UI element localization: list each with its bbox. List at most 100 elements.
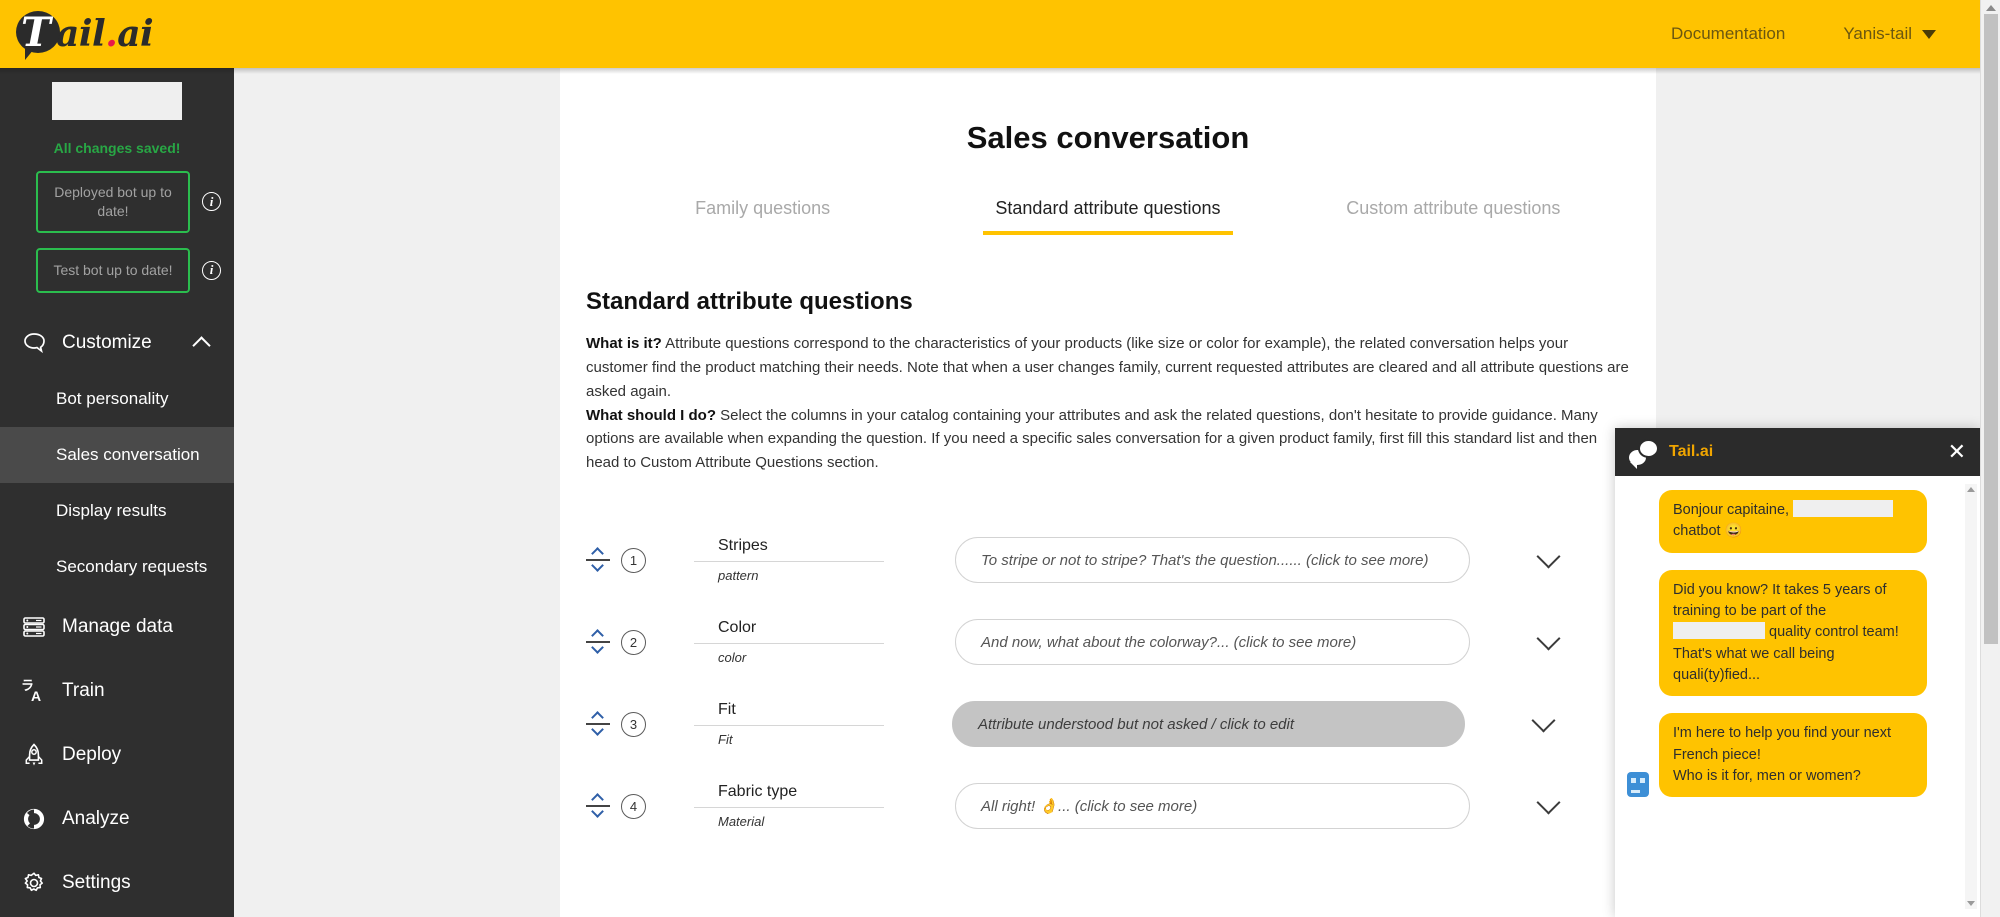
attribute-label-group: Stripes pattern [694,537,884,583]
logo-suffix: ai [117,13,153,55]
top-nav-right: Documentation Yanis-tail [1671,24,1936,44]
scroll-up-arrow-icon[interactable] [1986,5,1996,11]
tab-label: Standard attribute questions [995,198,1220,218]
sidebar-item-manage-data[interactable]: Manage data [0,595,234,659]
tab-standard-attribute-questions[interactable]: Standard attribute questions [935,198,1280,235]
chat-bubble-icon [1629,439,1659,465]
attribute-label-group: Color color [694,619,884,665]
chevron-up-icon [192,336,210,354]
chevron-down-icon[interactable] [1536,627,1560,651]
scroll-down-arrow-icon[interactable] [1967,901,1975,906]
sidebar-item-label: Settings [62,872,131,894]
deployed-bot-status-button[interactable]: Deployed bot up to date! [36,171,190,233]
sidebar-item-label: Sales conversation [56,445,200,465]
paragraph-lead: What should I do? [586,407,716,424]
attribute-name[interactable]: Stripes [694,537,884,562]
attribute-row: 4 Fabric type Material All right! 👌... (… [560,765,1656,847]
info-icon-test[interactable]: i [202,261,221,280]
row-number-badge: 4 [621,794,646,819]
sidebar-item-label: Train [62,680,105,702]
logo-letter-t: T [21,10,51,56]
info-icon-deployed[interactable]: i [202,192,221,211]
scroll-up-arrow-icon[interactable] [1967,487,1975,492]
catalog-column-name: pattern [694,562,884,583]
chat-message-text-before: Bonjour capitaine, [1673,502,1789,518]
row-number-badge: 1 [621,548,646,573]
chevron-down-icon[interactable] [1536,791,1560,815]
close-icon[interactable]: ✕ [1948,441,1966,463]
sidebar-item-settings[interactable]: Settings [0,851,234,915]
page-scrollbar[interactable] [1980,0,2000,917]
chevron-down-icon[interactable] [1531,709,1555,733]
drag-handle-icon[interactable] [586,627,610,657]
sidebar-item-display-results[interactable]: Display results [0,483,234,539]
sidebar-item-label: Analyze [62,808,130,830]
attribute-questions-list: 1 Stripes pattern To stripe or not to st… [560,519,1656,847]
attribute-row: 2 Color color And now, what about the co… [560,601,1656,683]
sidebar-item-label: Secondary requests [56,557,207,577]
chat-message-list: Bonjour capitaine, chatbot 😀 Did you kno… [1615,476,1980,917]
sidebar-item-train[interactable]: ラ A Train [0,659,234,723]
sidebar-item-label: Manage data [62,616,173,638]
question-input[interactable]: And now, what about the colorway?... (cl… [955,619,1470,665]
logo-word: ail [56,13,105,55]
documentation-link[interactable]: Documentation [1671,24,1785,44]
sidebar-item-deploy[interactable]: Deploy [0,723,234,787]
tab-bar: Family questions Standard attribute ques… [560,198,1656,235]
drag-handle-icon[interactable] [586,709,610,739]
redacted-text-block [1673,622,1765,639]
attribute-name[interactable]: Fit [694,701,884,726]
chevron-down-icon[interactable] [1536,545,1560,569]
chat-message-text-after: chatbot 😀 [1673,523,1743,539]
row-number-badge: 3 [621,712,646,737]
section-title: Standard attribute questions [586,288,1656,316]
user-menu[interactable]: Yanis-tail [1843,24,1936,44]
attribute-label-group: Fabric type Material [694,783,884,829]
tail-logo-icon: T [16,11,62,57]
attribute-name[interactable]: Fabric type [694,783,884,808]
chat-message: Did you know? It takes 5 years of traini… [1627,570,1968,697]
attribute-row: 1 Stripes pattern To stripe or not to st… [560,519,1656,601]
drag-handle-icon[interactable] [586,791,610,821]
sidebar: All changes saved! Deployed bot up to da… [0,68,234,917]
drag-handle-icon[interactable] [586,545,610,575]
question-input[interactable]: All right! 👌... (click to see more) [955,783,1470,829]
test-bot-status-button[interactable]: Test bot up to date! [36,248,190,293]
tab-label: Family questions [695,198,830,218]
chat-scrollbar[interactable] [1965,484,1977,909]
question-input[interactable]: Attribute understood but not asked / cli… [952,701,1465,747]
catalog-column-name: Material [694,808,884,829]
sidebar-item-label: Display results [56,501,167,521]
sidebar-item-secondary-requests[interactable]: Secondary requests [0,539,234,595]
section-paragraph-what-is-it: What is it? Attribute questions correspo… [586,332,1630,404]
chat-message-text-before: Did you know? It takes 5 years of traini… [1673,582,1887,619]
gear-icon [20,869,48,897]
chat-message-bubble: I'm here to help you find your next Fren… [1659,713,1927,797]
sidebar-group-customize-label: Customize [62,332,152,354]
top-navigation-bar: T ail.ai Documentation Yanis-tail [0,0,1980,68]
sidebar-bot-logo-placeholder [52,82,182,120]
sidebar-item-analyze[interactable]: Analyze [0,787,234,851]
sidebar-item-label: Deploy [62,744,121,766]
sidebar-group-customize[interactable]: Customize [0,315,234,371]
chat-widget: Tail.ai ✕ Bonjour capitaine, chatbot 😀 D… [1615,428,1980,917]
chat-message: I'm here to help you find your next Fren… [1627,713,1968,797]
attribute-label-group: Fit Fit [694,701,884,747]
catalog-column-name: color [694,644,884,665]
chat-message-text-before: I'm here to help you find your next Fren… [1673,725,1891,762]
attribute-name[interactable]: Color [694,619,884,644]
user-menu-label: Yanis-tail [1843,24,1912,44]
tab-family-questions[interactable]: Family questions [590,198,935,235]
server-icon [20,613,48,641]
question-input[interactable]: To stripe or not to stripe? That's the q… [955,537,1470,583]
app-logo[interactable]: T ail.ai [16,0,153,68]
paragraph-body: Attribute questions correspond to the ch… [586,335,1629,400]
sidebar-item-sales-conversation[interactable]: Sales conversation [0,427,234,483]
section-paragraph-what-should-i-do: What should I do? Select the columns in … [586,404,1630,476]
sidebar-item-label: Bot personality [56,389,168,409]
tab-custom-attribute-questions[interactable]: Custom attribute questions [1281,198,1626,235]
scrollbar-thumb[interactable] [1984,14,1998,644]
paragraph-lead: What is it? [586,335,662,352]
sidebar-item-bot-personality[interactable]: Bot personality [0,371,234,427]
bot-avatar-icon [1627,772,1649,797]
